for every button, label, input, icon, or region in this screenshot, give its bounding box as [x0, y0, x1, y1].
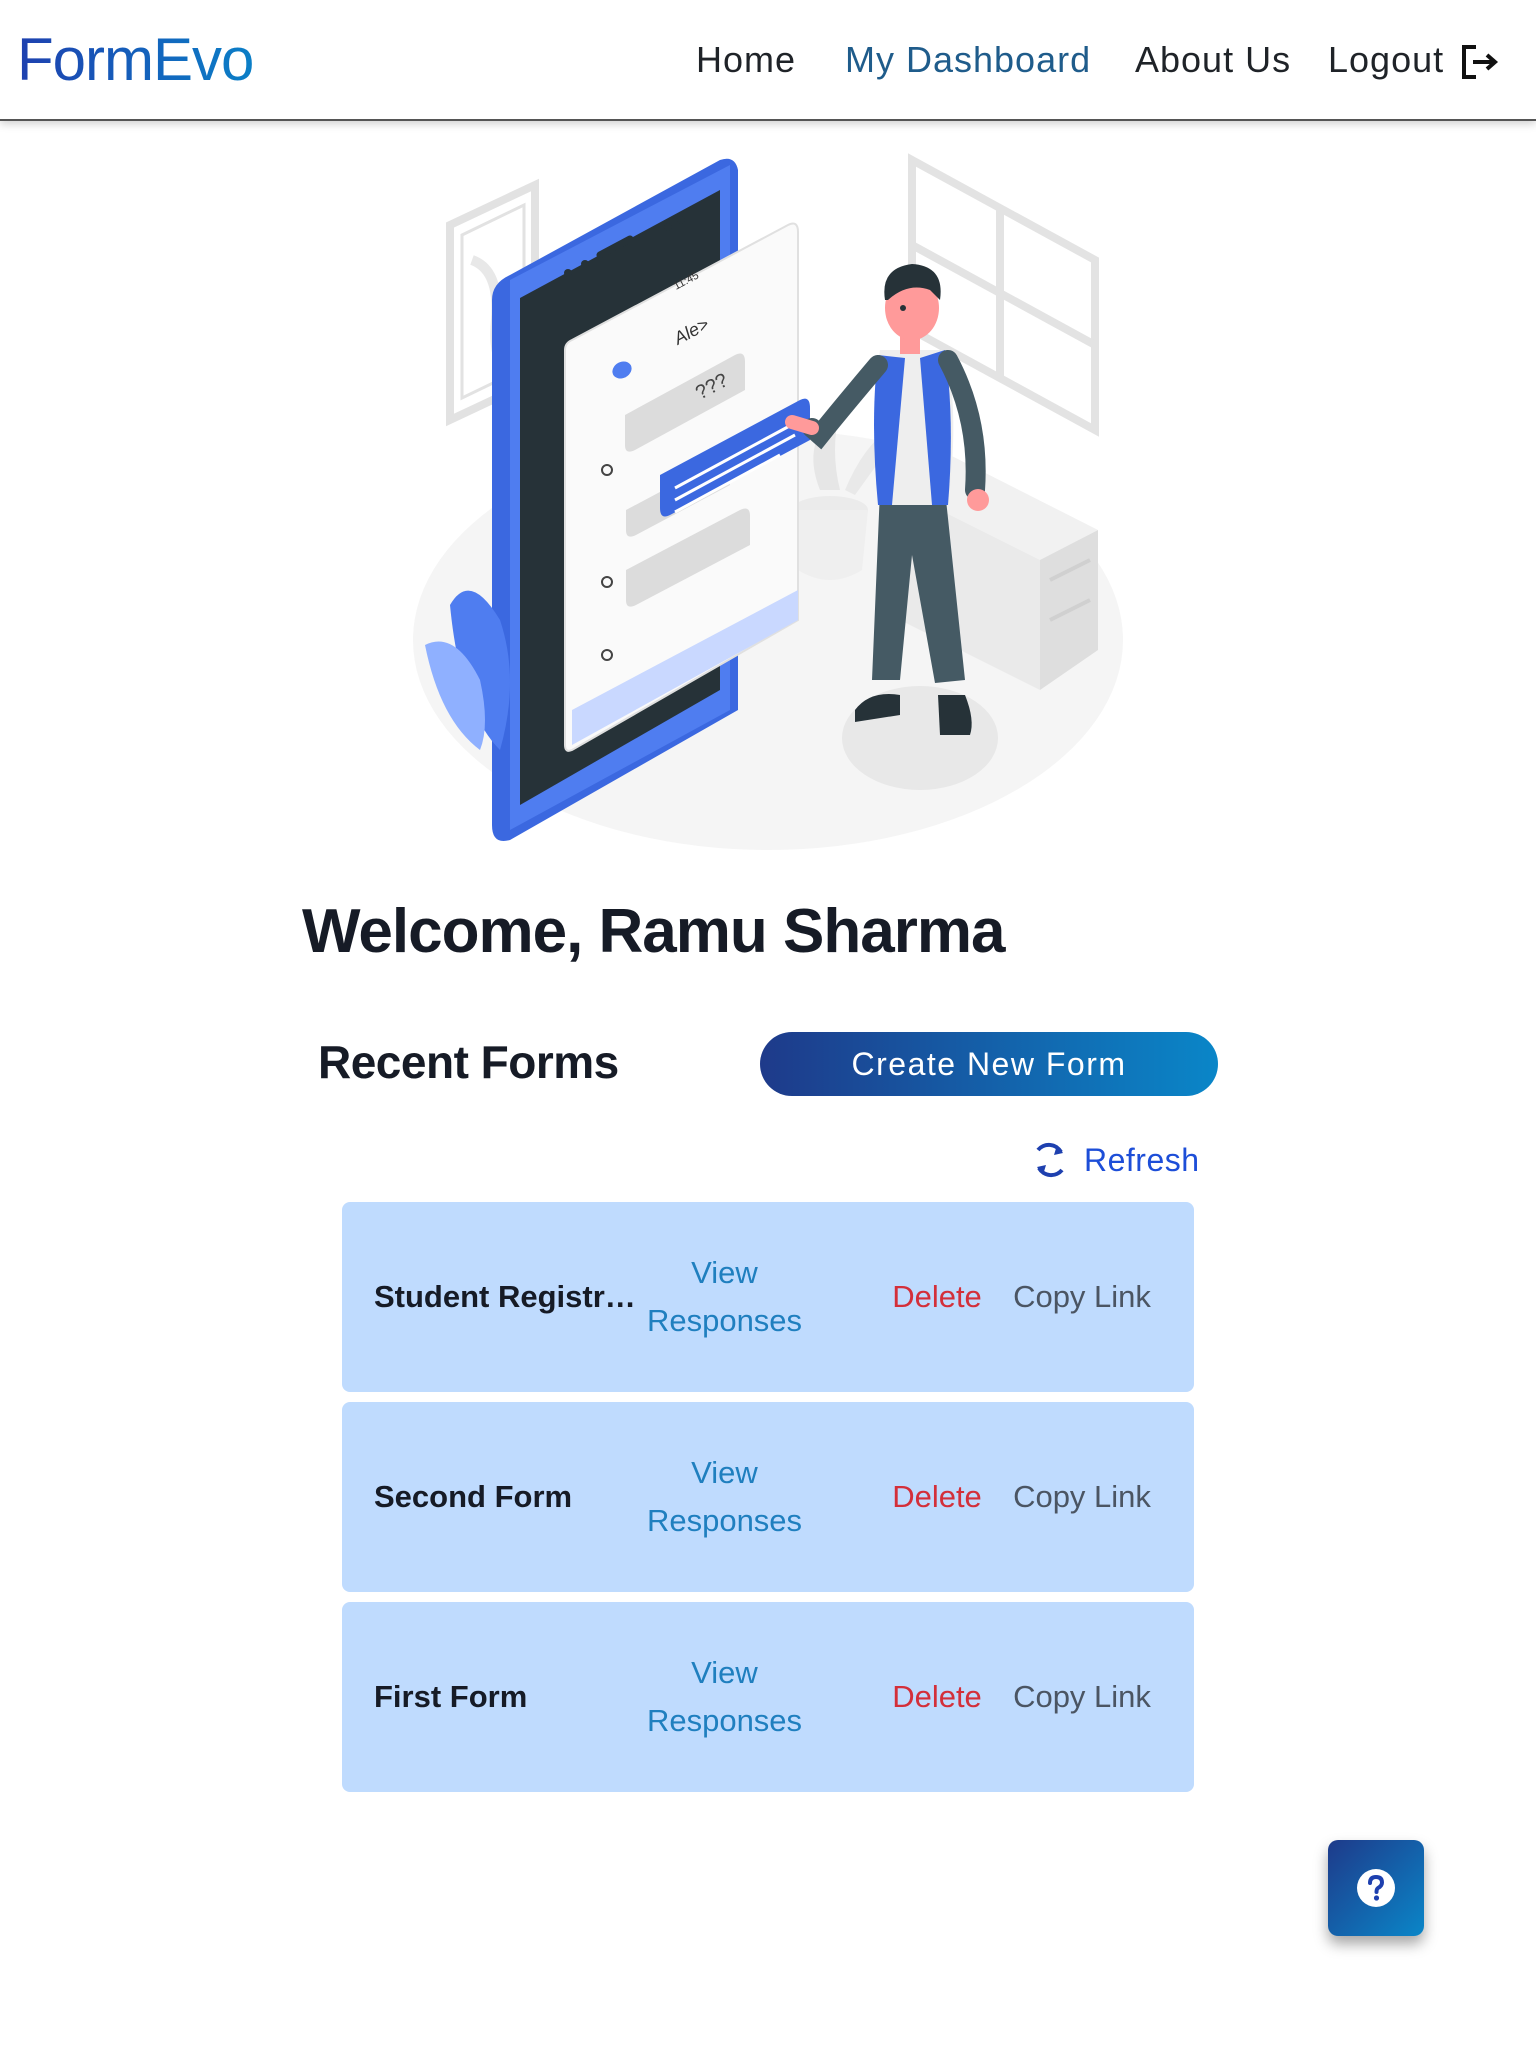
refresh-icon — [1036, 1142, 1064, 1178]
help-question-icon — [1357, 1869, 1395, 1907]
form-card: Second Form View Responses Delete Copy L… — [342, 1402, 1194, 1592]
nav-about-us[interactable]: About Us — [1135, 36, 1291, 84]
nav-logout[interactable]: Logout — [1328, 36, 1444, 84]
view-responses-link[interactable]: View Responses — [642, 1202, 807, 1392]
form-name: Second Form — [374, 1479, 573, 1514]
refresh-label: Refresh — [1084, 1141, 1200, 1178]
delete-link[interactable]: Delete — [887, 1402, 987, 1592]
copy-link[interactable]: Copy Link — [1002, 1402, 1162, 1592]
form-card: First Form View Responses Delete Copy Li… — [342, 1602, 1194, 1792]
delete-link[interactable]: Delete — [887, 1202, 987, 1392]
view-responses-link[interactable]: View Responses — [642, 1402, 807, 1592]
refresh-button[interactable]: Refresh — [1030, 1136, 1200, 1184]
nav-my-dashboard[interactable]: My Dashboard — [845, 36, 1091, 84]
nav-home[interactable]: Home — [696, 36, 796, 84]
hero-illustration: 11:45 Ale> ??? — [413, 153, 1123, 850]
form-card: Student Registra... View Responses Delet… — [342, 1202, 1194, 1392]
form-name: First Form — [374, 1679, 528, 1714]
welcome-heading: Welcome, Ramu Sharma — [302, 897, 1005, 966]
copy-link[interactable]: Copy Link — [1002, 1202, 1162, 1392]
delete-link[interactable]: Delete — [887, 1602, 987, 1792]
view-responses-link[interactable]: View Responses — [642, 1602, 807, 1792]
copy-link[interactable]: Copy Link — [1002, 1602, 1162, 1792]
create-new-form-button[interactable]: Create New Form — [760, 1032, 1218, 1096]
recent-forms-title: Recent Forms — [318, 1036, 619, 1088]
navbar: FormEvo Home My Dashboard About Us Logou… — [0, 0, 1536, 121]
logout-arrow-icon[interactable] — [1460, 44, 1500, 80]
form-name: Student Registra... — [374, 1279, 644, 1314]
nav-links: Home My Dashboard About Us Logout — [0, 36, 1536, 84]
help-button[interactable] — [1328, 1840, 1424, 1936]
